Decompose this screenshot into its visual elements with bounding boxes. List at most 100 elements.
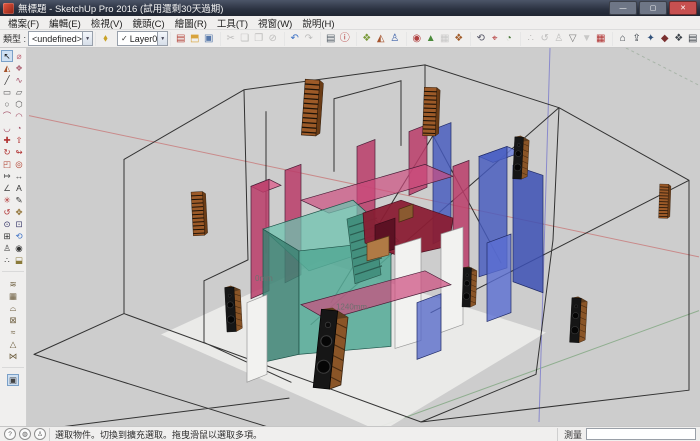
axes-tool[interactable]: ✳ bbox=[1, 194, 13, 206]
layer-dropdown[interactable]: ✓ Layer0 ▼ bbox=[117, 31, 168, 46]
line-tool[interactable]: ╱ bbox=[1, 74, 13, 86]
funnel-alt-icon[interactable]: ▼ bbox=[580, 32, 593, 46]
sign-in-icon[interactable]: ♙ bbox=[388, 32, 401, 46]
send-to-layout-icon[interactable]: ❖ bbox=[672, 32, 685, 46]
push-pull-tool[interactable]: ⇧ bbox=[13, 134, 25, 146]
zoom-extents-tool[interactable]: ⊞ bbox=[1, 230, 13, 242]
3d-viewport[interactable]: 0mm 1240mm bbox=[27, 48, 700, 426]
walk-tool[interactable]: ∴ bbox=[1, 254, 13, 266]
two-point-arc-tool[interactable]: ◠ bbox=[13, 110, 25, 122]
eraser-tool[interactable]: ⌀ bbox=[13, 50, 25, 62]
toggle-terrain-icon[interactable]: ▲ bbox=[424, 32, 437, 46]
dimension-tool[interactable]: ↔ bbox=[13, 170, 25, 182]
zoom-tool[interactable]: ⊙ bbox=[1, 218, 13, 230]
move-tool[interactable]: ✚ bbox=[1, 134, 13, 146]
paste-icon[interactable]: ❐ bbox=[252, 32, 265, 46]
scale-tool[interactable]: ◰ bbox=[1, 158, 13, 170]
menu-window[interactable]: 視窗(W) bbox=[253, 16, 297, 30]
make-component-tool[interactable]: ❖ bbox=[13, 62, 25, 74]
arc-tool[interactable]: ⌒ bbox=[1, 110, 13, 122]
share-model-icon[interactable]: ⇪ bbox=[630, 32, 643, 46]
funnel-icon[interactable]: ▽ bbox=[566, 32, 579, 46]
close-button[interactable]: ✕ bbox=[669, 1, 697, 15]
model-scene[interactable]: 0mm 1240mm bbox=[27, 48, 700, 426]
menu-help[interactable]: 說明(H) bbox=[297, 16, 339, 30]
follow-me-tool[interactable]: ↬ bbox=[13, 146, 25, 158]
classifier-dropdown[interactable]: <undefined> ▼ bbox=[28, 31, 93, 46]
previous-view-icon[interactable]: ⟲ bbox=[474, 32, 487, 46]
help-tip-icon[interactable]: ? bbox=[4, 428, 16, 440]
position-camera-icon[interactable]: ⌖ bbox=[488, 32, 501, 46]
sandbox-from-contours-tool[interactable]: ≋ bbox=[7, 278, 19, 290]
match-photo-icon[interactable]: ▦ bbox=[438, 32, 451, 46]
polygon-tool[interactable]: ⬡ bbox=[13, 98, 25, 110]
add-detail-tool[interactable]: △ bbox=[7, 338, 19, 350]
classifier-tag-icon[interactable]: ⬧ bbox=[99, 32, 112, 46]
section-plane-tool[interactable]: ⬓ bbox=[13, 254, 25, 266]
menu-file[interactable]: 檔案(F) bbox=[3, 16, 44, 30]
rectangle-tool[interactable]: ▭ bbox=[1, 86, 13, 98]
previous-view-tool[interactable]: ⟲ bbox=[13, 230, 25, 242]
new-file-icon[interactable]: ▤ bbox=[174, 32, 187, 46]
flip-edge-tool[interactable]: ⋈ bbox=[7, 350, 19, 362]
print-icon[interactable]: ▤ bbox=[324, 32, 337, 46]
copy-icon[interactable]: ❏ bbox=[238, 32, 251, 46]
add-location-icon[interactable]: ◉ bbox=[410, 32, 423, 46]
rotated-rectangle-tool[interactable]: ▱ bbox=[13, 86, 25, 98]
menu-view[interactable]: 檢視(V) bbox=[86, 16, 128, 30]
circle-tool[interactable]: ○ bbox=[1, 98, 13, 110]
credits-icon[interactable]: ♙ bbox=[34, 428, 46, 440]
make-component-icon[interactable]: ❖ bbox=[360, 32, 373, 46]
paint-bucket-tool[interactable]: ◭ bbox=[1, 62, 13, 74]
undo-icon[interactable]: ↶ bbox=[288, 32, 301, 46]
orbit-icon[interactable]: ↺ bbox=[538, 32, 551, 46]
maximize-button[interactable]: ▢ bbox=[639, 1, 667, 15]
3d-text-tool[interactable]: ✎ bbox=[13, 194, 25, 206]
measurements-input[interactable] bbox=[586, 428, 696, 440]
extension-warehouse-icon[interactable]: ◆ bbox=[658, 32, 671, 46]
pie-tool[interactable]: ◔ bbox=[13, 122, 25, 134]
tape-measure-tool[interactable]: ↦ bbox=[1, 170, 13, 182]
model-info-icon[interactable]: ⓘ bbox=[338, 32, 351, 46]
orbit-tool[interactable]: ↺ bbox=[1, 206, 13, 218]
photo-grid-icon[interactable]: ▦ bbox=[594, 32, 607, 46]
look-around-tool[interactable]: ◉ bbox=[13, 242, 25, 254]
redo-icon[interactable]: ↷ bbox=[302, 32, 315, 46]
save-file-icon[interactable]: ▣ bbox=[202, 32, 215, 46]
menu-tools[interactable]: 工具(T) bbox=[212, 16, 253, 30]
paint-bucket-icon[interactable]: ◭ bbox=[374, 32, 387, 46]
generate-report-icon[interactable]: ▤ bbox=[686, 32, 699, 46]
three-point-arc-tool[interactable]: ◡ bbox=[1, 122, 13, 134]
erase-icon[interactable]: ⊘ bbox=[266, 32, 279, 46]
sandbox-from-scratch-tool[interactable]: ▦ bbox=[7, 290, 19, 302]
position-camera-tool[interactable]: ♙ bbox=[1, 242, 13, 254]
stamp-tool[interactable]: ⊠ bbox=[7, 314, 19, 326]
rotate-tool[interactable]: ↻ bbox=[1, 146, 13, 158]
look-around-icon[interactable]: ◔ bbox=[502, 32, 515, 46]
offset-tool[interactable]: ◎ bbox=[13, 158, 25, 170]
dimension-label-center: 1240mm bbox=[336, 303, 367, 312]
freehand-tool[interactable]: ∿ bbox=[13, 74, 25, 86]
text-tool[interactable]: A bbox=[13, 182, 25, 194]
walk-icon[interactable]: ∴ bbox=[524, 32, 537, 46]
section-display-toggle[interactable]: ▣ bbox=[7, 374, 19, 386]
cut-icon[interactable]: ✂ bbox=[224, 32, 237, 46]
select-tool[interactable]: ↖ bbox=[1, 50, 13, 62]
zoom-window-tool[interactable]: ⊡ bbox=[13, 218, 25, 230]
menu-edit[interactable]: 編輯(E) bbox=[44, 16, 86, 30]
smoove-tool[interactable]: ⌓ bbox=[7, 302, 19, 314]
protractor-tool[interactable]: ∠ bbox=[1, 182, 13, 194]
person-icon[interactable]: ♙ bbox=[552, 32, 565, 46]
menu-draw[interactable]: 繪圖(R) bbox=[170, 16, 212, 30]
pan-tool[interactable]: ✥ bbox=[13, 206, 25, 218]
open-file-icon[interactable]: ⬒ bbox=[188, 32, 201, 46]
geolocation-icon[interactable]: ◍ bbox=[19, 428, 31, 440]
drape-tool[interactable]: ≈ bbox=[7, 326, 19, 338]
chevron-down-icon[interactable]: ▼ bbox=[82, 32, 92, 45]
minimize-button[interactable]: — bbox=[609, 1, 637, 15]
3d-warehouse-icon[interactable]: ⌂ bbox=[616, 32, 629, 46]
chevron-down-icon[interactable]: ▼ bbox=[157, 32, 167, 45]
photo-textures-icon[interactable]: ❖ bbox=[452, 32, 465, 46]
share-component-icon[interactable]: ✦ bbox=[644, 32, 657, 46]
menu-camera[interactable]: 鏡頭(C) bbox=[127, 16, 169, 30]
